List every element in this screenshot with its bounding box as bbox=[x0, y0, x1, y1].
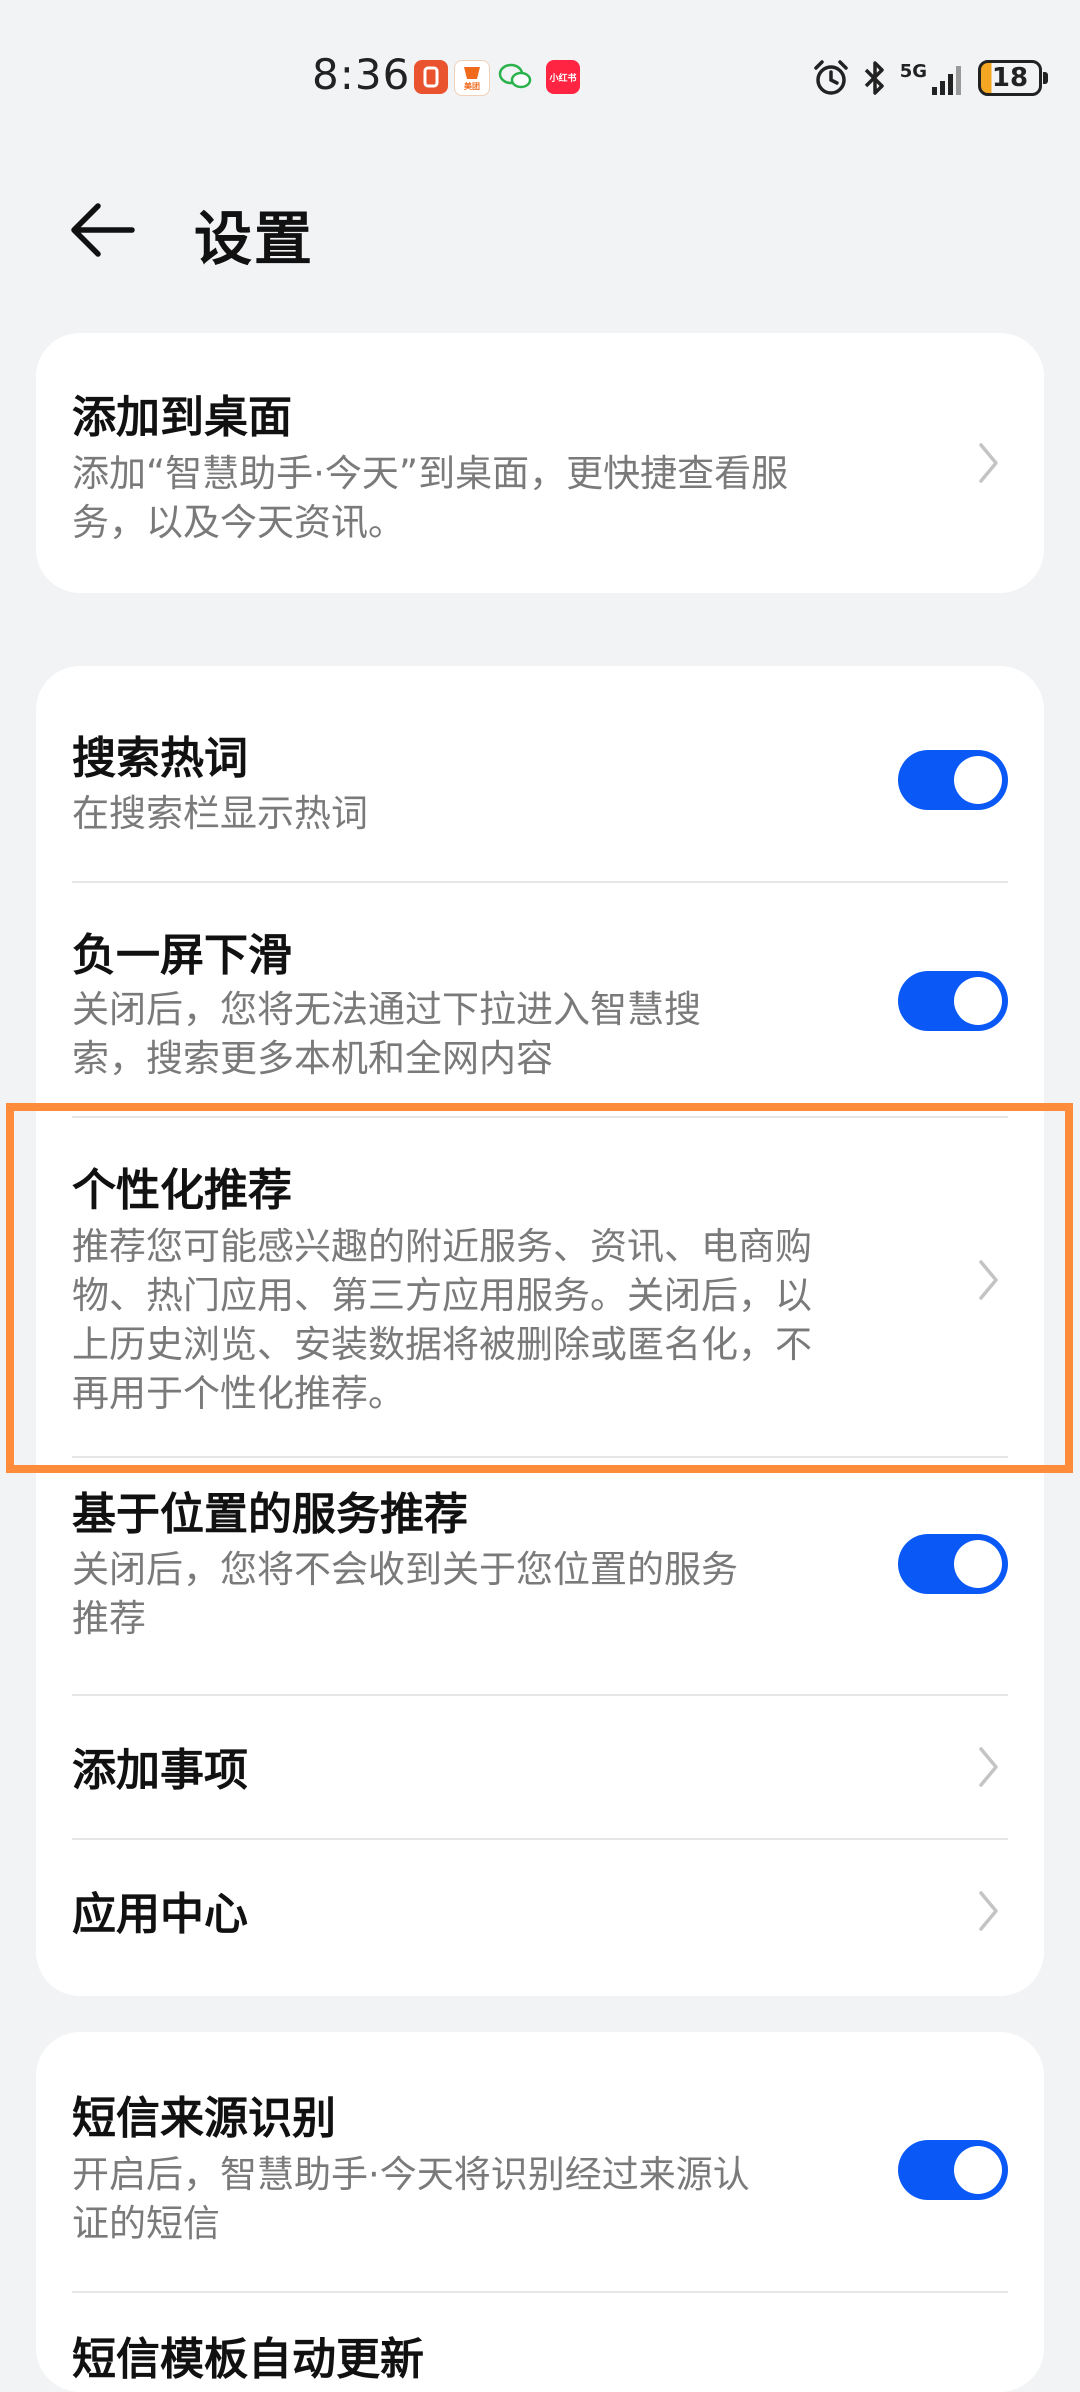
desc-line: 添加“智慧助手·今天”到桌面，更快捷查看服 bbox=[72, 452, 789, 495]
desc-line: 再用于个性化推荐。 bbox=[72, 1372, 405, 1415]
status-indicators: 5G 18 bbox=[812, 56, 1048, 100]
location-service-title: 基于位置的服务推荐 bbox=[72, 1489, 468, 1540]
status-time: 8:36 bbox=[312, 50, 411, 99]
battery-level: 18 bbox=[991, 63, 1029, 93]
page-title: 设置 bbox=[194, 205, 315, 273]
search-hotwords-title: 搜索热词 bbox=[72, 733, 248, 784]
chevron-right-icon bbox=[974, 1255, 1004, 1305]
desc-line: 证的短信 bbox=[72, 2202, 220, 2245]
status-bar: 8:36 美团 小红书 5G 18 bbox=[0, 0, 1080, 160]
search-hotwords-toggle[interactable] bbox=[898, 750, 1008, 810]
back-button[interactable] bbox=[58, 190, 148, 270]
row-add-items[interactable]: 添加事项 bbox=[36, 1696, 1044, 1840]
signal-icon bbox=[932, 66, 961, 95]
network-type: 5G bbox=[899, 61, 927, 82]
chevron-right-icon bbox=[974, 438, 1004, 488]
app2-label: 美团 bbox=[464, 81, 480, 91]
card-settings: 搜索热词 在搜索栏显示热词 负一屏下滑 关闭后，您将无法通过下拉进入智慧搜 索，… bbox=[36, 666, 1044, 1996]
sms-source-title: 短信来源识别 bbox=[72, 2093, 336, 2144]
chevron-right-icon bbox=[974, 1742, 1004, 1792]
app-notification-2-icon: 美团 bbox=[454, 60, 490, 96]
sms-template-title: 短信模板自动更新 bbox=[72, 2334, 424, 2385]
xiaohongshu-icon: 小红书 bbox=[546, 60, 580, 94]
app-center-title: 应用中心 bbox=[72, 1889, 248, 1940]
location-service-desc: 关闭后，您将不会收到关于您位置的服务 推荐 bbox=[72, 1545, 972, 1643]
location-service-toggle[interactable] bbox=[898, 1534, 1008, 1594]
desc-line: 关闭后，您将不会收到关于您位置的服务 bbox=[72, 1548, 738, 1591]
network-indicator: 5G bbox=[900, 59, 966, 97]
row-search-hotwords[interactable]: 搜索热词 在搜索栏显示热词 bbox=[36, 666, 1044, 881]
row-location-service[interactable]: 基于位置的服务推荐 关闭后，您将不会收到关于您位置的服务 推荐 bbox=[36, 1458, 1044, 1658]
desc-line: 上历史浏览、安装数据将被删除或匿名化，不 bbox=[72, 1323, 812, 1366]
wechat-icon bbox=[498, 60, 532, 94]
xhs-label: 小红书 bbox=[549, 73, 577, 84]
row-swipe-down[interactable]: 负一屏下滑 关闭后，您将无法通过下拉进入智慧搜 索，搜索更多本机和全网内容 bbox=[36, 883, 1044, 1098]
toggle-knob bbox=[954, 756, 1002, 804]
swipe-down-toggle[interactable] bbox=[898, 971, 1008, 1031]
swipe-down-desc: 关闭后，您将无法通过下拉进入智慧搜 索，搜索更多本机和全网内容 bbox=[72, 985, 972, 1083]
row-sms-source[interactable]: 短信来源识别 开启后，智慧助手·今天将识别经过来源认 证的短信 bbox=[36, 2032, 1044, 2290]
toggle-knob bbox=[954, 2146, 1002, 2194]
card-sms: 短信来源识别 开启后，智慧助手·今天将识别经过来源认 证的短信 短信模板自动更新 bbox=[36, 2032, 1044, 2392]
row-personalized-recommendation[interactable]: 个性化推荐 推荐您可能感兴趣的附近服务、资讯、电商购 物、热门应用、第三方应用服… bbox=[36, 1118, 1044, 1458]
back-arrow-icon bbox=[71, 203, 135, 257]
personalized-title: 个性化推荐 bbox=[72, 1165, 292, 1216]
row-app-center[interactable]: 应用中心 bbox=[36, 1840, 1044, 1996]
bluetooth-icon bbox=[864, 61, 884, 95]
add-to-desktop-title: 添加到桌面 bbox=[72, 392, 292, 443]
battery-icon: 18 bbox=[978, 60, 1048, 96]
desc-line: 物、热门应用、第三方应用服务。关闭后，以 bbox=[72, 1274, 812, 1317]
desc-line: 关闭后，您将无法通过下拉进入智慧搜 bbox=[72, 988, 701, 1031]
toggle-knob bbox=[954, 1540, 1002, 1588]
row-add-to-desktop[interactable]: 添加到桌面 添加“智慧助手·今天”到桌面，更快捷查看服 务，以及今天资讯。 bbox=[36, 333, 1044, 593]
desc-line: 索，搜索更多本机和全网内容 bbox=[72, 1037, 553, 1080]
card-desktop: 添加到桌面 添加“智慧助手·今天”到桌面，更快捷查看服 务，以及今天资讯。 bbox=[36, 333, 1044, 593]
sms-source-desc: 开启后，智慧助手·今天将识别经过来源认 证的短信 bbox=[72, 2150, 972, 2248]
add-items-title: 添加事项 bbox=[72, 1745, 248, 1796]
alarm-icon bbox=[813, 60, 848, 95]
sms-source-toggle[interactable] bbox=[898, 2140, 1008, 2200]
desc-line: 开启后，智慧助手·今天将识别经过来源认 bbox=[72, 2153, 750, 2196]
header: 设置 bbox=[0, 170, 1080, 290]
desc-line: 推荐您可能感兴趣的附近服务、资讯、电商购 bbox=[72, 1225, 812, 1268]
desc-line: 推荐 bbox=[72, 1597, 146, 1640]
row-sms-template[interactable]: 短信模板自动更新 bbox=[36, 2293, 1044, 2392]
add-to-desktop-desc: 添加“智慧助手·今天”到桌面，更快捷查看服 务，以及今天资讯。 bbox=[72, 449, 972, 547]
toggle-knob bbox=[954, 977, 1002, 1025]
desc-line: 务，以及今天资讯。 bbox=[72, 501, 405, 544]
search-hotwords-desc: 在搜索栏显示热词 bbox=[72, 792, 368, 835]
swipe-down-title: 负一屏下滑 bbox=[72, 930, 292, 981]
personalized-desc: 推荐您可能感兴趣的附近服务、资讯、电商购 物、热门应用、第三方应用服务。关闭后，… bbox=[72, 1222, 972, 1418]
app-notification-1-icon bbox=[414, 60, 448, 94]
chevron-right-icon bbox=[974, 1886, 1004, 1936]
